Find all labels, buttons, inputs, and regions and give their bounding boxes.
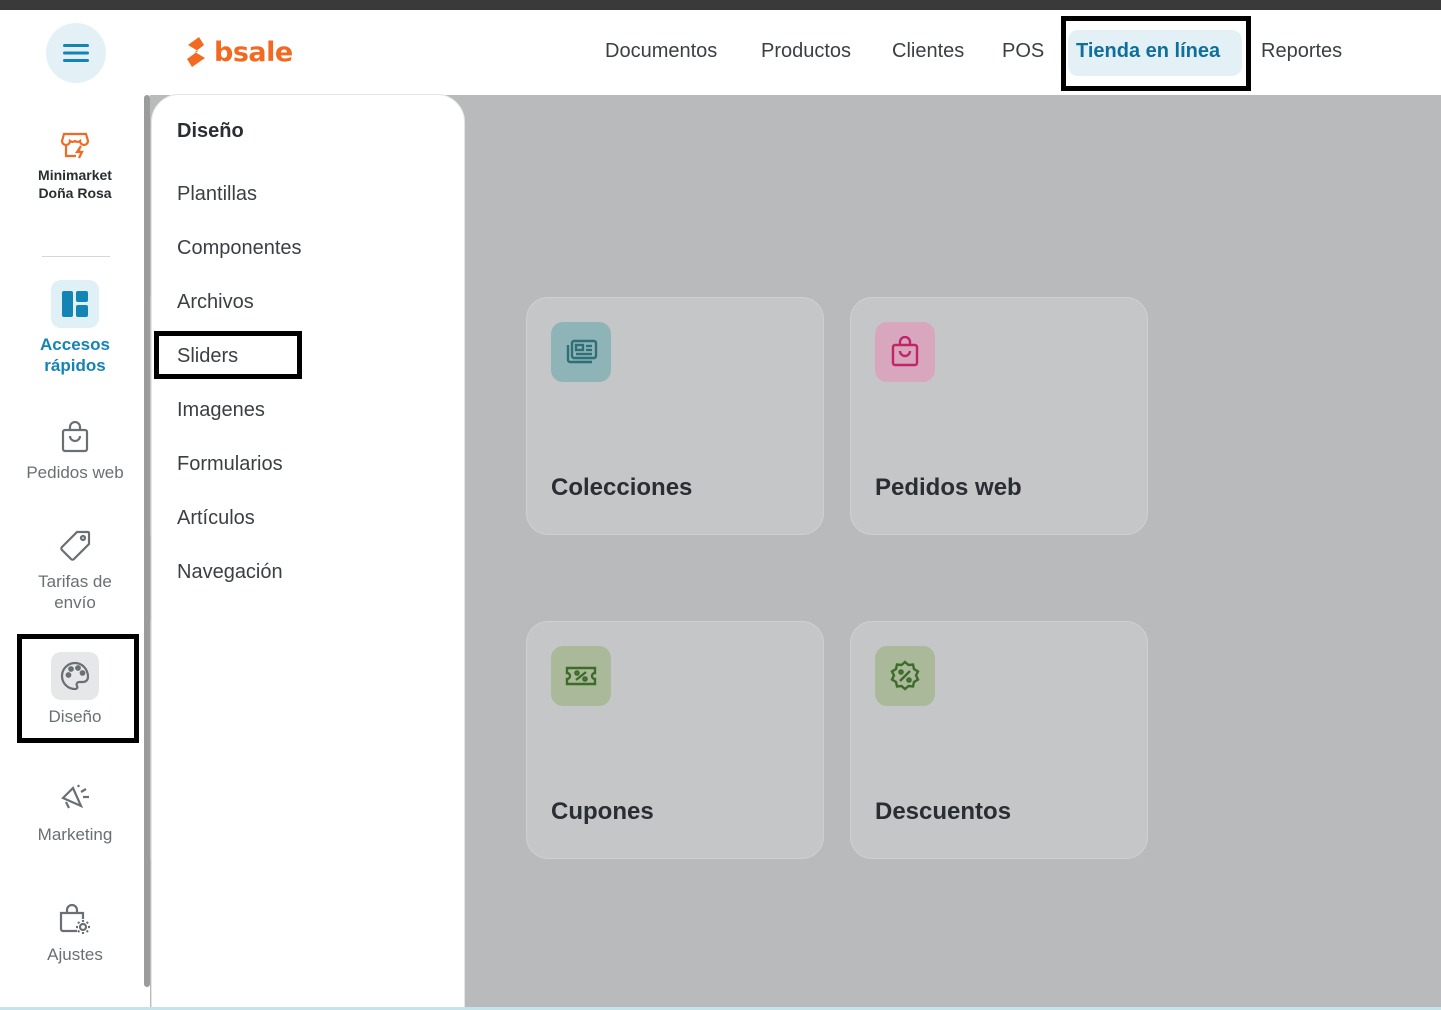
card-pedidos-web[interactable]: Pedidos web	[850, 297, 1148, 535]
palette-icon	[51, 652, 99, 700]
card-colecciones[interactable]: Colecciones	[526, 297, 824, 535]
nav-productos[interactable]: Productos	[761, 40, 851, 63]
store-selector[interactable]: Minimarket Doña Rosa	[0, 130, 150, 202]
nav-pos[interactable]: POS	[1002, 40, 1044, 63]
sidebar-label-tarifas-2: envío	[54, 593, 96, 612]
diseno-submenu: Diseño Plantillas Componentes Archivos S…	[151, 94, 465, 1010]
sidebar-label-accesos-2: rápidos	[44, 356, 106, 375]
sidebar-item-diseno[interactable]: Diseño	[0, 652, 150, 727]
top-header: bsale Documentos Productos Clientes POS …	[0, 10, 1441, 95]
card-title-colecciones: Colecciones	[551, 474, 693, 501]
sidebar-label-pedidos-web: Pedidos web	[26, 463, 124, 482]
window-top-strip	[0, 0, 1441, 10]
sidebar-divider	[42, 256, 110, 257]
left-sidebar: Minimarket Doña Rosa Accesos rápidos Ped…	[0, 95, 150, 1010]
submenu-item-navegacion[interactable]: Navegación	[177, 561, 283, 584]
card-title-cupones: Cupones	[551, 798, 654, 825]
coupon-icon	[551, 646, 611, 706]
card-cupones[interactable]: Cupones	[526, 621, 824, 859]
submenu-item-archivos[interactable]: Archivos	[177, 291, 254, 314]
store-icon	[0, 130, 150, 160]
sidebar-scrollbar[interactable]	[144, 95, 150, 987]
store-name-line1: Minimarket	[38, 167, 112, 183]
shopping-bag-icon	[875, 322, 935, 382]
nav-clientes[interactable]: Clientes	[892, 40, 964, 63]
sidebar-item-accesos-rapidos[interactable]: Accesos rápidos	[0, 280, 150, 376]
shopping-bag-icon	[0, 418, 150, 456]
nav-documentos[interactable]: Documentos	[605, 40, 717, 63]
submenu-item-plantillas[interactable]: Plantillas	[177, 183, 257, 206]
card-descuentos[interactable]: Descuentos	[850, 621, 1148, 859]
submenu-item-sliders[interactable]: Sliders	[177, 345, 238, 368]
nav-tienda-en-linea[interactable]: Tienda en línea	[1076, 40, 1220, 63]
sidebar-label-marketing: Marketing	[37, 825, 113, 844]
nav-reportes[interactable]: Reportes	[1261, 40, 1342, 63]
dashboard-icon	[51, 280, 99, 328]
submenu-item-articulos[interactable]: Artículos	[177, 507, 255, 530]
card-title-pedidos-web: Pedidos web	[875, 474, 1022, 501]
sidebar-item-ajustes[interactable]: Ajustes	[0, 900, 150, 965]
megaphone-icon	[0, 780, 150, 818]
sidebar-label-accesos-1: Accesos	[40, 335, 110, 354]
submenu-item-componentes[interactable]: Componentes	[177, 237, 302, 260]
sidebar-item-marketing[interactable]: Marketing	[0, 780, 150, 845]
collections-icon	[551, 322, 611, 382]
sidebar-item-tarifas-envio[interactable]: Tarifas de envío	[0, 527, 150, 613]
sidebar-item-pedidos-web[interactable]: Pedidos web	[0, 418, 150, 483]
sidebar-label-diseno: Diseño	[48, 707, 102, 726]
sidebar-label-tarifas-1: Tarifas de	[38, 572, 112, 591]
submenu-title: Diseño	[177, 120, 244, 142]
tag-icon	[0, 527, 150, 565]
sidebar-label-ajustes: Ajustes	[47, 945, 103, 964]
store-name-line2: Doña Rosa	[38, 185, 112, 201]
submenu-item-formularios[interactable]: Formularios	[177, 453, 283, 476]
submenu-item-imagenes[interactable]: Imagenes	[177, 399, 265, 422]
settings-bag-icon	[0, 900, 150, 938]
top-navigation: Documentos Productos Clientes POS Tienda…	[0, 10, 1441, 95]
discount-badge-icon	[875, 646, 935, 706]
card-title-descuentos: Descuentos	[875, 798, 1012, 825]
